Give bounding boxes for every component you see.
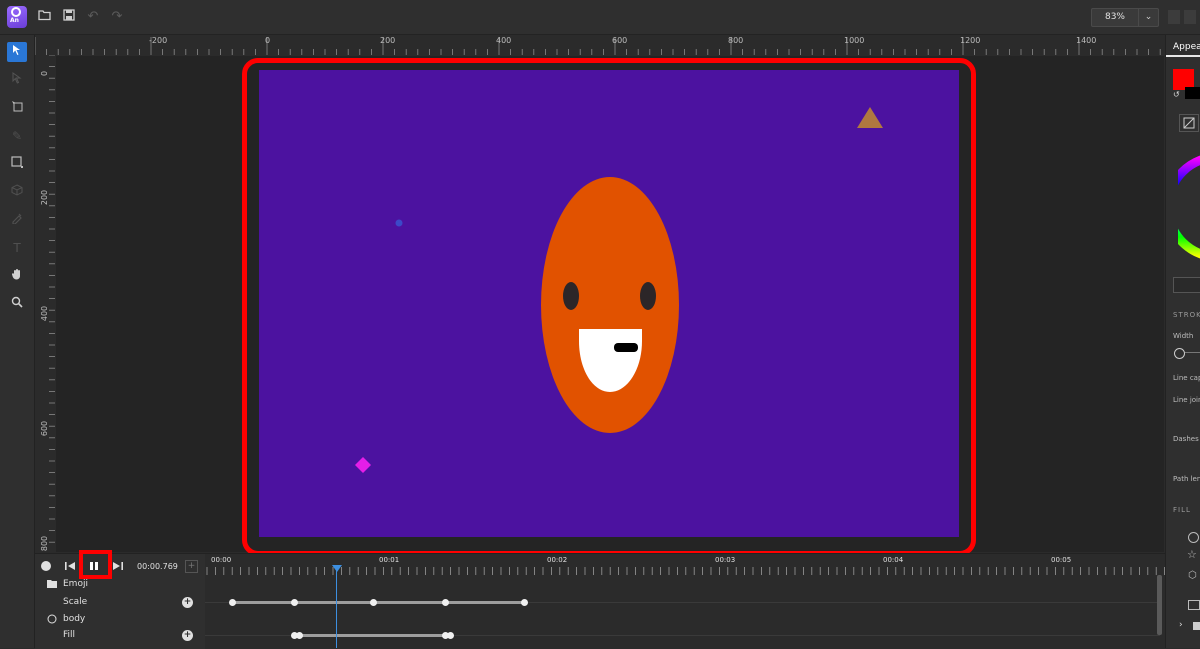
text-tool-icon[interactable]: T <box>7 238 27 258</box>
layer-body[interactable]: body <box>63 614 85 624</box>
ruler-label: 0 <box>40 70 50 77</box>
ruler-label: 0 <box>265 36 271 45</box>
fill-keyframe-segment <box>294 634 451 637</box>
tools-sidebar: ✎ T <box>0 35 35 648</box>
node-select-tool-icon[interactable] <box>7 70 27 90</box>
playhead-line[interactable] <box>336 566 337 648</box>
tab-appearance[interactable]: Appearance <box>1173 42 1200 52</box>
color-wheel <box>1178 155 1200 259</box>
undo-icon[interactable]: ↶ <box>85 9 101 25</box>
time-label: 00:05 <box>1051 556 1072 564</box>
top-ruler: -200 0 200 400 600 800 1000 1200 1400 <box>35 35 1165 55</box>
star-shape-icon[interactable]: ☆ <box>1187 548 1197 561</box>
time-label: 00:03 <box>715 556 736 564</box>
fill-keyframe[interactable] <box>295 631 303 639</box>
ruler-label: 600 <box>40 420 50 437</box>
ruler-label: 1200 <box>960 36 981 45</box>
canvas-highlight-box <box>242 58 976 556</box>
ellipse-icon <box>47 614 57 627</box>
hex-input[interactable] <box>1173 277 1200 293</box>
ruler-label: 1400 <box>1076 36 1097 45</box>
3d-box-tool-icon[interactable] <box>7 182 27 202</box>
fill-section-title: FILL <box>1173 506 1191 514</box>
zoom-level-field[interactable]: 83% <box>1091 8 1139 27</box>
width-label: Width <box>1173 332 1194 340</box>
scale-keyframe[interactable] <box>442 598 450 606</box>
dashes-label: Dashes <box>1173 435 1199 443</box>
ruler-label: 400 <box>40 305 50 322</box>
eyedropper-tool-icon[interactable] <box>7 210 27 230</box>
current-time-readout: 00:00.769 <box>137 562 178 571</box>
chevron-right-icon[interactable]: › <box>1179 620 1183 630</box>
fill-keyframe[interactable] <box>447 631 455 639</box>
rectangle-shape-icon[interactable] <box>1188 600 1200 610</box>
timeline-controls: 00:00.769 + Emoji Scale + body Fill + <box>35 554 205 649</box>
ruler-label: 400 <box>496 36 512 45</box>
property-scale[interactable]: Scale <box>63 597 87 607</box>
time-ruler[interactable]: 00:00 00:01 00:02 00:03 00:04 00:05 <box>205 554 1165 580</box>
hand-tool-icon[interactable] <box>7 266 27 286</box>
add-property-keyframe-icon[interactable]: + <box>182 597 193 608</box>
skip-to-end-icon[interactable] <box>111 560 125 574</box>
ruler-label: 200 <box>40 189 50 206</box>
scale-keyframe[interactable] <box>290 598 298 606</box>
scale-keyframe-segment <box>232 601 525 604</box>
folder-icon[interactable] <box>1193 622 1200 630</box>
layer-emoji[interactable]: Emoji <box>63 579 88 589</box>
select-tool-icon[interactable] <box>7 42 27 62</box>
timeline-panel: 00:00.769 + Emoji Scale + body Fill + 00… <box>35 553 1165 649</box>
playhead-handle[interactable] <box>332 565 342 572</box>
time-label: 00:04 <box>883 556 904 564</box>
stroke-section-title: STROKE <box>1173 311 1200 319</box>
app-logo-text: An <box>10 17 19 24</box>
zoom-tool-icon[interactable] <box>7 294 27 314</box>
ruler-label: 800 <box>40 535 50 552</box>
pause-button-highlight-box <box>79 550 112 579</box>
skip-to-start-icon[interactable] <box>63 560 77 574</box>
redo-icon[interactable]: ↷ <box>109 9 125 25</box>
ruler-label: -200 <box>149 36 168 45</box>
scale-keyframe[interactable] <box>228 598 236 606</box>
app-logo: An <box>7 6 27 28</box>
no-fill-icon[interactable] <box>1179 114 1199 132</box>
add-property-keyframe-icon[interactable]: + <box>182 630 193 641</box>
line-cap-label: Line cap <box>1173 374 1200 382</box>
tab-underline <box>1166 55 1200 57</box>
ruler-label: 600 <box>612 36 628 45</box>
stroke-color-swatch[interactable] <box>1185 87 1200 99</box>
transform-tool-icon[interactable] <box>7 98 27 118</box>
top-toolbar: An ↶ ↷ 83% ⌄ <box>0 0 1200 35</box>
timeline-scrollbar[interactable] <box>1157 575 1162 635</box>
polygon-shape-icon[interactable]: ⬡ <box>1188 570 1197 581</box>
scale-keyframe[interactable] <box>521 598 529 606</box>
left-ruler: 0 200 400 600 800 <box>35 55 55 552</box>
save-icon[interactable] <box>61 9 77 25</box>
record-icon[interactable] <box>39 560 53 574</box>
scale-keyframe[interactable] <box>369 598 377 606</box>
property-fill[interactable]: Fill <box>63 630 75 640</box>
swap-colors-icon[interactable]: ↺ <box>1173 90 1180 99</box>
ruler-label: 1000 <box>844 36 865 45</box>
folder-open-icon[interactable] <box>37 9 53 25</box>
width-slider-track[interactable] <box>1185 352 1200 353</box>
ellipse-shape-icon[interactable] <box>1188 532 1199 543</box>
width-slider-handle[interactable] <box>1174 348 1185 359</box>
path-length-label: Path length <box>1173 475 1200 483</box>
time-label: 00:01 <box>379 556 400 564</box>
shape-tool-icon[interactable] <box>7 154 27 174</box>
ruler-label: 200 <box>380 36 396 45</box>
pen-tool-icon[interactable]: ✎ <box>7 126 27 146</box>
folder-icon <box>47 579 57 591</box>
align-center-icon[interactable] <box>1184 10 1196 24</box>
chevron-down-icon[interactable]: ⌄ <box>1138 8 1159 27</box>
ruler-label: 800 <box>728 36 744 45</box>
align-left-icon[interactable] <box>1168 10 1180 24</box>
properties-panel: Appearance ↺ STROKE Width Line cap Line … <box>1165 35 1200 648</box>
add-keyframe-icon[interactable]: + <box>185 560 198 573</box>
line-join-label: Line join <box>1173 396 1200 404</box>
time-label: 00:00 <box>211 556 232 564</box>
time-label: 00:02 <box>547 556 568 564</box>
